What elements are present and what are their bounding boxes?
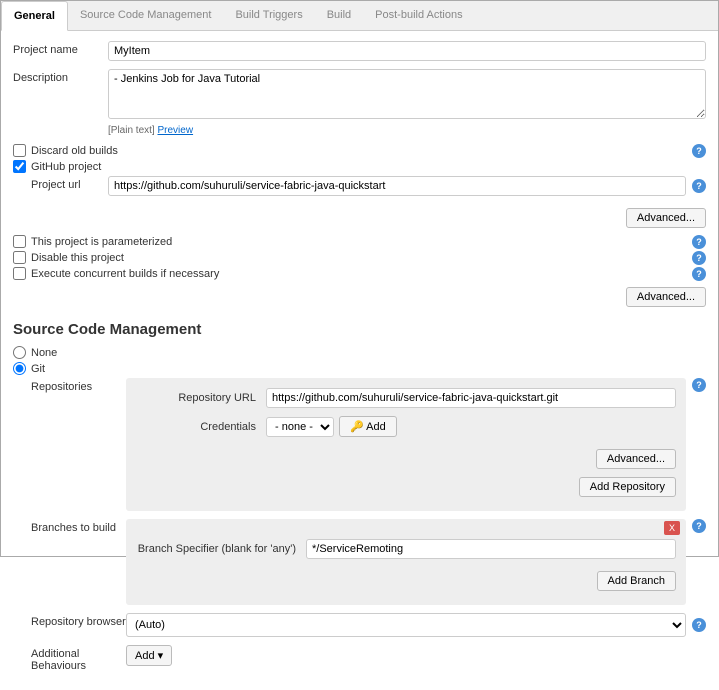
advanced-button[interactable]: Advanced... xyxy=(626,287,706,307)
plain-text-label: [Plain text] xyxy=(108,125,155,136)
project-url-label: Project url xyxy=(31,176,108,191)
advanced-button[interactable]: Advanced... xyxy=(596,449,676,469)
repo-url-input[interactable] xyxy=(266,388,676,408)
add-credentials-button[interactable]: 🔑 Add xyxy=(339,416,397,437)
credentials-label: Credentials xyxy=(136,421,266,433)
discard-old-builds-label: Discard old builds xyxy=(31,145,118,157)
disable-project-label: Disable this project xyxy=(31,252,124,264)
key-icon: 🔑 xyxy=(350,421,364,433)
concurrent-builds-checkbox[interactable] xyxy=(13,267,26,280)
tab-general[interactable]: General xyxy=(1,1,68,31)
advanced-button[interactable]: Advanced... xyxy=(626,208,706,228)
parameterized-checkbox[interactable] xyxy=(13,235,26,248)
add-repository-button[interactable]: Add Repository xyxy=(579,477,676,497)
help-icon[interactable]: ? xyxy=(692,519,706,533)
repo-browser-select[interactable]: (Auto) xyxy=(126,613,686,637)
disable-project-checkbox[interactable] xyxy=(13,251,26,264)
preview-link[interactable]: Preview xyxy=(157,125,193,136)
description-label: Description xyxy=(13,69,108,84)
help-icon[interactable]: ? xyxy=(692,267,706,281)
project-name-label: Project name xyxy=(13,41,108,56)
repositories-label: Repositories xyxy=(31,378,126,393)
scm-heading: Source Code Management xyxy=(13,321,706,338)
help-icon[interactable]: ? xyxy=(692,144,706,158)
additional-behaviours-label: Additional Behaviours xyxy=(31,645,126,672)
scm-none-radio[interactable] xyxy=(13,346,26,359)
tab-build[interactable]: Build xyxy=(315,1,363,30)
add-behaviour-button[interactable]: Add ▾ xyxy=(126,645,172,666)
add-branch-button[interactable]: Add Branch xyxy=(597,571,676,591)
parameterized-label: This project is parameterized xyxy=(31,236,172,248)
branch-spec-input[interactable] xyxy=(306,539,676,559)
credentials-select[interactable]: - none - xyxy=(266,417,334,437)
scm-none-label: None xyxy=(31,347,57,359)
repo-browser-label: Repository browser xyxy=(31,613,126,628)
branch-spec-label: Branch Specifier (blank for 'any') xyxy=(136,543,306,555)
discard-old-builds-checkbox[interactable] xyxy=(13,144,26,157)
github-project-label: GitHub project xyxy=(31,161,101,173)
help-icon[interactable]: ? xyxy=(692,618,706,632)
help-icon[interactable]: ? xyxy=(692,251,706,265)
scm-git-label: Git xyxy=(31,363,45,375)
help-icon[interactable]: ? xyxy=(692,378,706,392)
config-tabs: General Source Code Management Build Tri… xyxy=(1,1,718,31)
tab-scm[interactable]: Source Code Management xyxy=(68,1,223,30)
concurrent-builds-label: Execute concurrent builds if necessary xyxy=(31,268,219,280)
branches-label: Branches to build xyxy=(31,519,126,534)
project-url-input[interactable] xyxy=(108,176,686,196)
delete-branch-button[interactable]: X xyxy=(664,521,680,535)
project-name-input[interactable] xyxy=(108,41,706,61)
repo-url-label: Repository URL xyxy=(136,392,266,404)
github-project-checkbox[interactable] xyxy=(13,160,26,173)
help-icon[interactable]: ? xyxy=(692,235,706,249)
caret-down-icon: ▾ xyxy=(158,650,164,662)
scm-git-radio[interactable] xyxy=(13,362,26,375)
description-textarea[interactable]: - Jenkins Job for Java Tutorial xyxy=(108,69,706,119)
tab-triggers[interactable]: Build Triggers xyxy=(223,1,314,30)
help-icon[interactable]: ? xyxy=(692,179,706,193)
tab-post[interactable]: Post-build Actions xyxy=(363,1,474,30)
